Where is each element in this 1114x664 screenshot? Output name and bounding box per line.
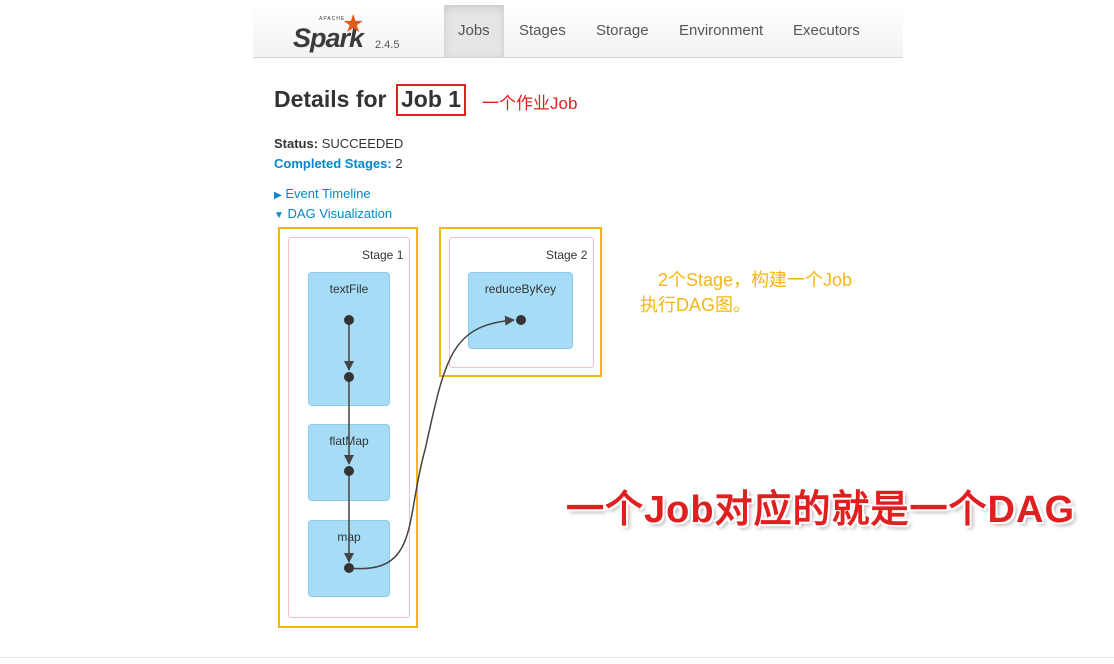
dag-annotation: 一个Job对应的就是一个DAG <box>566 489 1076 531</box>
rdd-node-dot[interactable] <box>344 372 354 382</box>
rdd-node-dot[interactable] <box>516 315 526 325</box>
rdd-node-dot[interactable] <box>344 315 354 325</box>
stage-annotation-line2: 执行DAG图。 <box>640 295 752 315</box>
dag-edges <box>344 315 526 573</box>
stage-annotation-line1: 2个Stage，构建一个Job <box>658 270 853 290</box>
edge-map-reducebykey <box>348 315 515 570</box>
rdd-node-dot[interactable] <box>344 563 354 573</box>
rdd-node-dot[interactable] <box>344 466 354 476</box>
